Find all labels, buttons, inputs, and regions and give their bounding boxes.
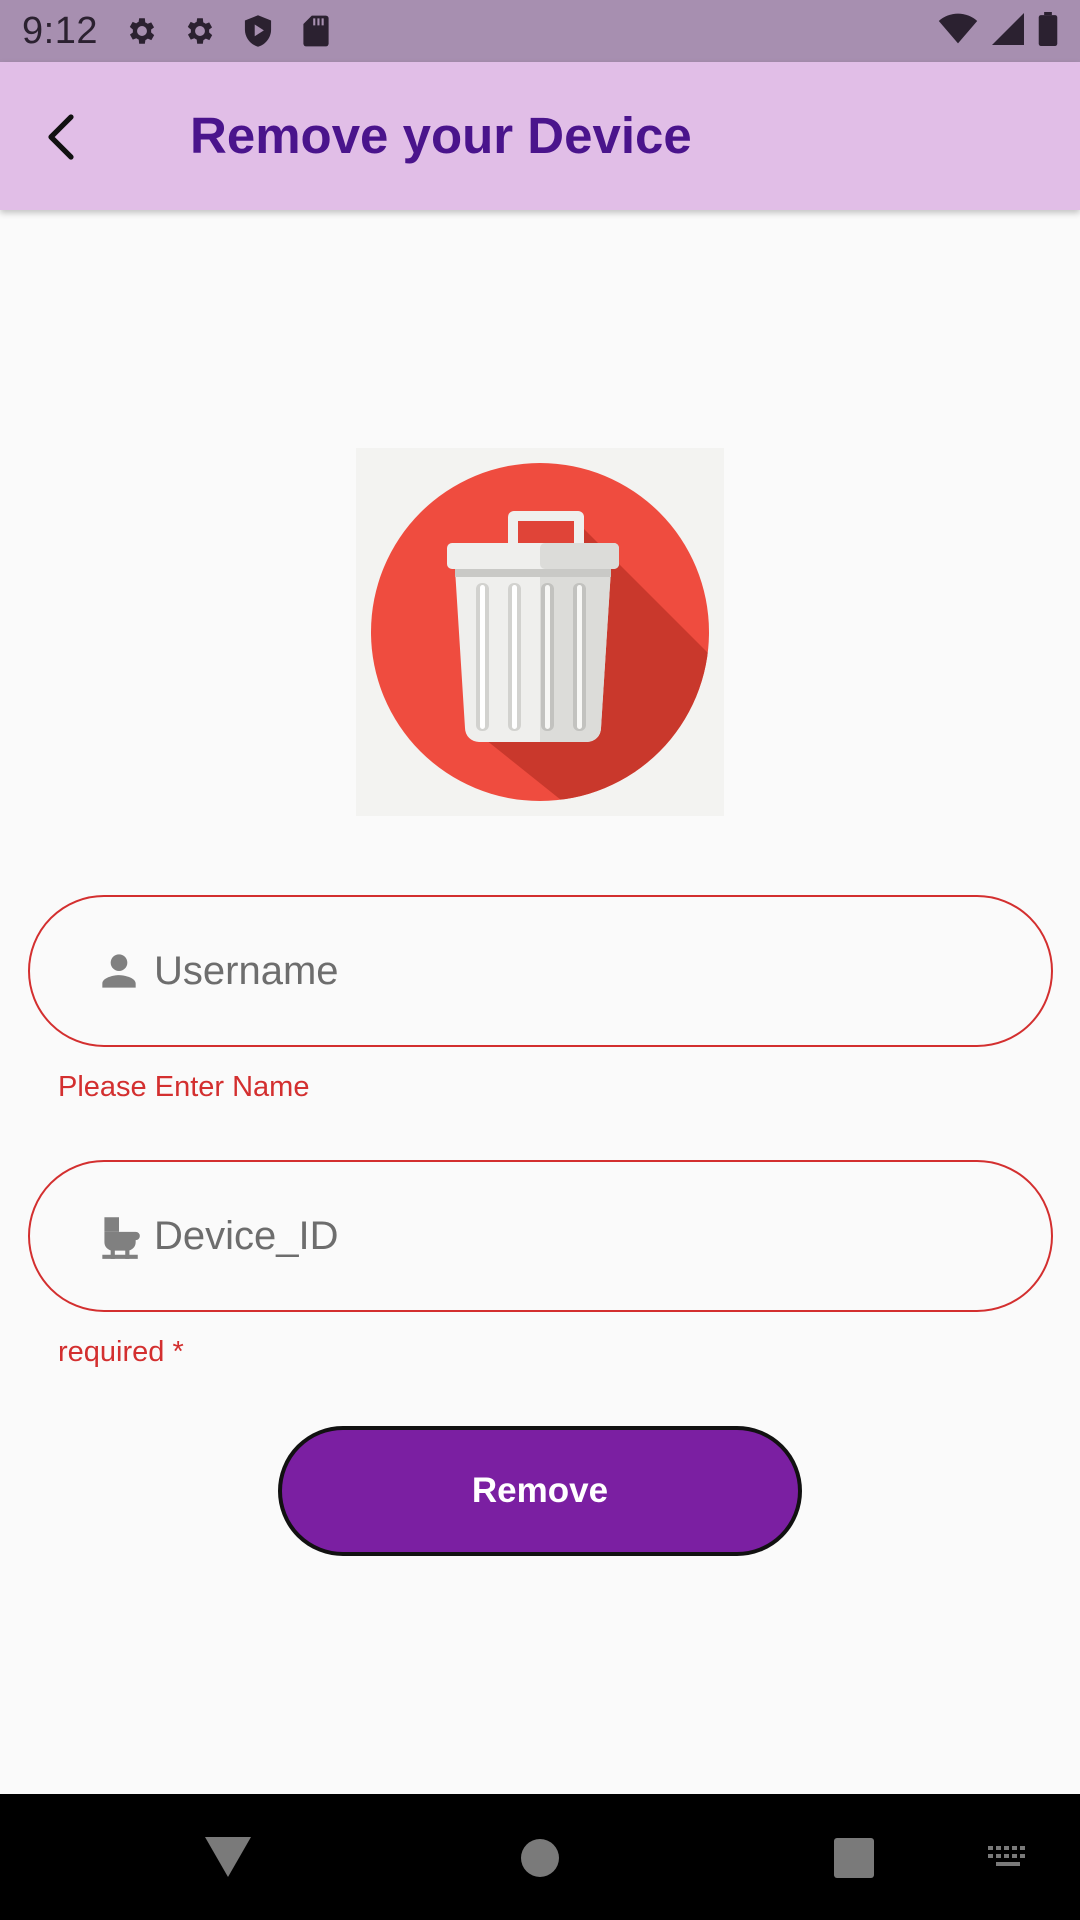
trash-can-image [356,448,724,816]
system-nav-bar [0,1794,1080,1920]
back-button[interactable] [26,102,96,172]
signal-icon [992,12,1024,50]
page-title: Remove your Device [190,107,692,164]
sd-card-icon [298,13,334,49]
chevron-left-icon [48,114,74,160]
app-bar: Remove your Device [0,62,1080,210]
device-id-field[interactable] [28,1160,1053,1312]
back-triangle-icon[interactable] [198,1832,258,1882]
trash-can-icon [371,463,709,801]
person-icon [88,940,150,1002]
device-id-error: required * [58,1336,184,1368]
wifi-icon [938,13,978,50]
username-input[interactable] [154,897,1014,1045]
status-right-icons [938,11,1058,51]
home-circle-icon[interactable] [512,1830,568,1886]
device-id-input[interactable] [154,1162,1014,1310]
keyboard-icon[interactable] [984,1838,1034,1878]
device-icon [88,1205,150,1267]
remove-button[interactable]: Remove [278,1426,802,1556]
username-error: Please Enter Name [58,1071,310,1103]
recents-square-icon[interactable] [826,1830,882,1886]
gear-icon [124,13,160,49]
status-time: 9:12 [22,9,98,52]
shield-play-icon [240,13,276,49]
battery-icon [1038,11,1058,51]
status-bar: 9:12 [0,0,1080,62]
gear-icon [182,13,218,49]
username-field[interactable] [28,895,1053,1047]
